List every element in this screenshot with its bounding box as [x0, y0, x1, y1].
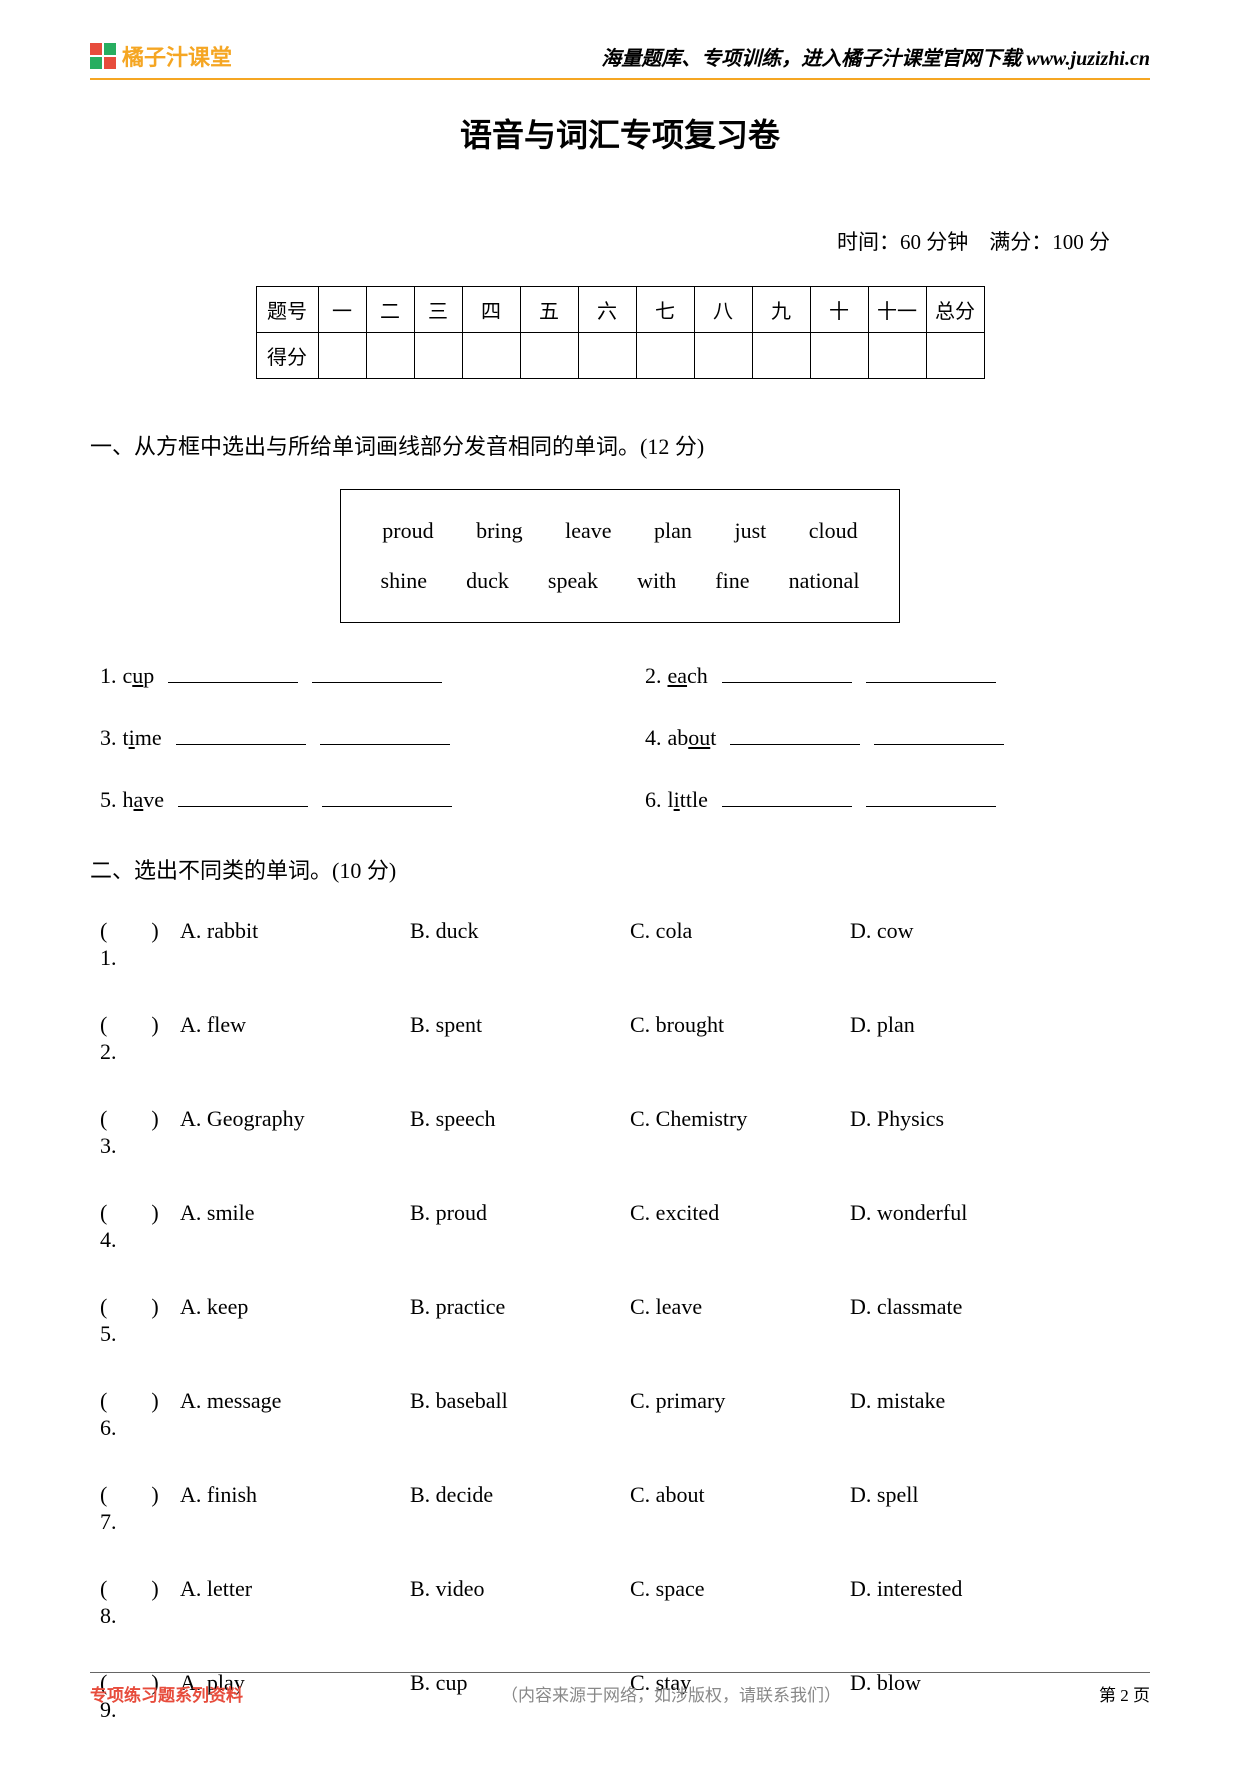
option-a: A. message: [180, 1388, 410, 1414]
answer-paren[interactable]: ( ) 3.: [100, 1101, 180, 1159]
logo-icon: [90, 43, 116, 69]
option-a: A. flew: [180, 1012, 410, 1038]
score-table: 题号 一 二 三 四 五 六 七 八 九 十 十一 总分 得分: [256, 286, 985, 379]
option-b: B. spent: [410, 1012, 630, 1038]
answer-paren[interactable]: ( ) 5.: [100, 1289, 180, 1347]
mcq-row: ( ) 7.A. finishB. decideC. aboutD. spell: [100, 1477, 1150, 1535]
option-c: C. about: [630, 1482, 850, 1508]
option-a: A. letter: [180, 1576, 410, 1602]
mcq-row: ( ) 2.A. flewB. spentC. broughtD. plan: [100, 1007, 1150, 1065]
page-header: 橘子汁课堂 海量题库、专项训练，进入橘子汁课堂官网下载 www.juzizhi.…: [90, 40, 1150, 80]
header-right-text: 海量题库、专项训练，进入橘子汁课堂官网下载 www.juzizhi.cn: [601, 42, 1150, 71]
page-footer: 专项练习题系列资料 （内容来源于网络，如涉版权，请联系我们） 第 2 页: [90, 1672, 1150, 1706]
option-d: D. plan: [850, 1012, 1070, 1038]
answer-blank[interactable]: [722, 663, 852, 683]
option-c: C. Chemistry: [630, 1106, 850, 1132]
answer-blank[interactable]: [178, 787, 308, 807]
mcq-row: ( ) 6.A. messageB. baseballC. primaryD. …: [100, 1383, 1150, 1441]
option-b: B. proud: [410, 1200, 630, 1226]
option-b: B. decide: [410, 1482, 630, 1508]
answer-paren[interactable]: ( ) 4.: [100, 1195, 180, 1253]
option-d: D. classmate: [850, 1294, 1070, 1320]
answer-blank[interactable]: [320, 725, 450, 745]
option-d: D. Physics: [850, 1106, 1070, 1132]
answer-blank[interactable]: [866, 663, 996, 683]
footer-mid: （内容来源于网络，如涉版权，请联系我们）: [501, 1681, 841, 1706]
answer-blank[interactable]: [322, 787, 452, 807]
option-b: B. baseball: [410, 1388, 630, 1414]
option-c: C. primary: [630, 1388, 850, 1414]
table-row: 得分: [256, 333, 984, 379]
option-a: A. keep: [180, 1294, 410, 1320]
footer-left: 专项练习题系列资料: [90, 1681, 243, 1706]
answer-paren[interactable]: ( ) 2.: [100, 1007, 180, 1065]
option-a: A. rabbit: [180, 918, 410, 944]
fill-blank-item: 2. each: [645, 663, 1150, 689]
option-a: A. smile: [180, 1200, 410, 1226]
option-b: B. video: [410, 1576, 630, 1602]
section-2-items: ( ) 1.A. rabbitB. duckC. colaD. cow ( ) 2…: [90, 913, 1150, 1723]
section-2-title: 二、选出不同类的单词。(10 分): [90, 853, 1150, 885]
option-d: D. spell: [850, 1482, 1070, 1508]
mcq-row: ( ) 5.A. keepB. practiceC. leaveD. class…: [100, 1289, 1150, 1347]
option-c: C. space: [630, 1576, 850, 1602]
answer-blank[interactable]: [730, 725, 860, 745]
answer-blank[interactable]: [176, 725, 306, 745]
table-row: 题号 一 二 三 四 五 六 七 八 九 十 十一 总分: [256, 287, 984, 333]
option-c: C. cola: [630, 918, 850, 944]
option-d: D. cow: [850, 918, 1070, 944]
answer-blank[interactable]: [168, 663, 298, 683]
answer-blank[interactable]: [312, 663, 442, 683]
option-b: B. practice: [410, 1294, 630, 1320]
answer-blank[interactable]: [866, 787, 996, 807]
mcq-row: ( ) 1.A. rabbitB. duckC. colaD. cow: [100, 913, 1150, 971]
option-d: D. wonderful: [850, 1200, 1070, 1226]
answer-paren[interactable]: ( ) 1.: [100, 913, 180, 971]
answer-blank[interactable]: [722, 787, 852, 807]
option-b: B. duck: [410, 918, 630, 944]
mcq-row: ( ) 4.A. smileB. proudC. excitedD. wonde…: [100, 1195, 1150, 1253]
section-1-title: 一、从方框中选出与所给单词画线部分发音相同的单词。(12 分): [90, 429, 1150, 461]
answer-paren[interactable]: ( ) 7.: [100, 1477, 180, 1535]
mcq-row: ( ) 3.A. GeographyB. speechC. ChemistryD…: [100, 1101, 1150, 1159]
option-c: C. excited: [630, 1200, 850, 1226]
answer-paren[interactable]: ( ) 6.: [100, 1383, 180, 1441]
logo: 橘子汁课堂: [90, 40, 232, 72]
fill-blank-item: 6. little: [645, 787, 1150, 813]
option-c: C. brought: [630, 1012, 850, 1038]
mcq-row: ( ) 8.A. letterB. videoC. spaceD. intere…: [100, 1571, 1150, 1629]
exam-meta: 时间：60 分钟 满分：100 分: [90, 226, 1150, 256]
option-a: A. Geography: [180, 1106, 410, 1132]
option-c: C. leave: [630, 1294, 850, 1320]
page-title: 语音与词汇专项复习卷: [90, 110, 1150, 156]
fill-blank-item: 3. time: [100, 725, 605, 751]
logo-text: 橘子汁课堂: [122, 40, 232, 72]
option-b: B. speech: [410, 1106, 630, 1132]
footer-right: 第 2 页: [1099, 1681, 1150, 1706]
word-box: proud bring leave plan just cloud shine …: [340, 489, 900, 623]
option-a: A. finish: [180, 1482, 410, 1508]
section-1-items: 1. cup 2. each 3. time 4. about 5. have 6. li…: [90, 663, 1150, 813]
answer-paren[interactable]: ( ) 8.: [100, 1571, 180, 1629]
fill-blank-item: 1. cup: [100, 663, 605, 689]
fill-blank-item: 4. about: [645, 725, 1150, 751]
fill-blank-item: 5. have: [100, 787, 605, 813]
option-d: D. mistake: [850, 1388, 1070, 1414]
option-d: D. interested: [850, 1576, 1070, 1602]
answer-blank[interactable]: [874, 725, 1004, 745]
